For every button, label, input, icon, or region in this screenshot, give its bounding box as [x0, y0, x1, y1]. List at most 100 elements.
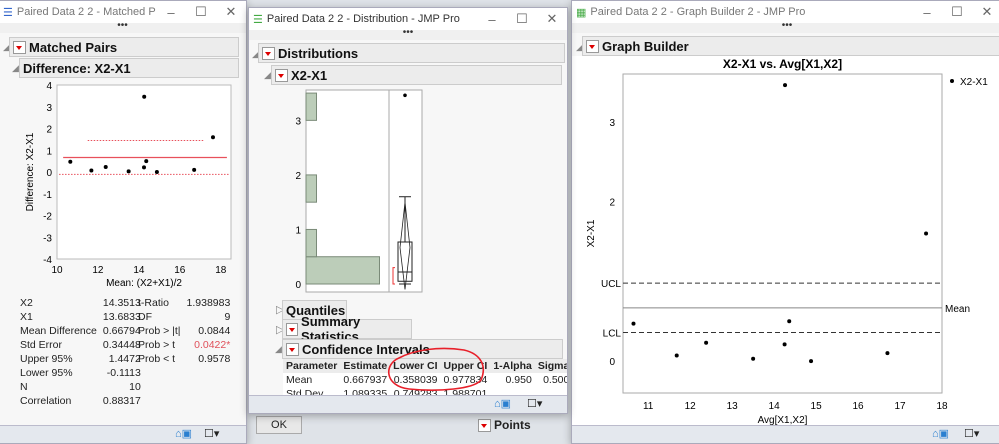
variable-header[interactable]: X2-X1 [271, 65, 562, 85]
red-triangle-menu-icon[interactable] [275, 68, 288, 82]
table-row: Prob > |t| 0.0844 [135, 324, 233, 338]
data-point [68, 159, 73, 164]
data-point [924, 231, 929, 236]
table-cell: 0.88317 [102, 395, 141, 407]
table-cell: -0.1113 [106, 367, 141, 379]
red-triangle-menu-icon[interactable] [586, 39, 599, 53]
data-point [809, 359, 814, 364]
table-cell: Lower 95% [20, 367, 73, 379]
table-row: Prob > t 0.0422* [135, 338, 233, 352]
table-cell: Correlation [20, 395, 72, 407]
data-point [89, 168, 94, 173]
y-axis-label: Difference: X2-X1 [25, 132, 36, 211]
legend-marker [950, 79, 954, 83]
window-icon: ☰ [3, 6, 13, 19]
table-cell: Upper 95% [20, 353, 73, 365]
points-header[interactable]: Points [478, 418, 531, 432]
histogram-bar [305, 174, 317, 203]
reference-label: LCL [603, 329, 622, 340]
histogram-bar [305, 228, 317, 258]
table-row: Prob < t 0.9578 [135, 352, 233, 366]
graph-builder-header[interactable]: Graph Builder [582, 36, 999, 56]
maximize-button[interactable]: ☐ [942, 4, 972, 20]
table-cell: X1 [20, 311, 33, 323]
minimize-button[interactable]: – [156, 5, 186, 20]
table-row: Correlation 0.88317 [17, 394, 144, 408]
data-point [126, 169, 131, 174]
data-point [144, 159, 149, 164]
x-axis-label: Mean: (X2+X1)/2 [106, 278, 182, 289]
minimize-button[interactable]: – [912, 5, 942, 20]
disclosure-icon[interactable]: ◢ [12, 63, 19, 74]
red-triangle-menu-icon[interactable] [13, 40, 26, 54]
red-triangle-menu-icon[interactable] [262, 46, 275, 60]
toolbar-toggle[interactable]: ••• [249, 28, 567, 40]
home-icon[interactable]: ⌂▣ [932, 427, 949, 440]
data-point [787, 319, 792, 324]
summary-statistics-header[interactable]: Summary Statistics [282, 314, 412, 344]
red-triangle-menu-icon[interactable] [478, 418, 491, 432]
red-circle-annotation [388, 347, 485, 391]
ok-button[interactable]: OK [256, 416, 302, 434]
disclosure-icon[interactable]: ◢ [264, 70, 271, 81]
x-tick-label: 17 [894, 401, 906, 412]
chart-title: X2-X1 vs. Avg[X1,X2] [723, 57, 842, 71]
red-triangle-menu-icon[interactable] [286, 322, 299, 336]
maximize-button[interactable]: ☐ [507, 11, 537, 27]
data-point [751, 356, 756, 361]
x-tick-label: 10 [51, 265, 63, 276]
x-tick-label: 15 [811, 401, 823, 412]
y-tick-label: 3 [609, 118, 615, 129]
y-tick-label: 1 [46, 146, 52, 157]
minimize-button[interactable]: – [477, 12, 507, 27]
close-button[interactable]: ✕ [216, 4, 246, 20]
layout-dropdown[interactable]: ☐▾ [527, 397, 542, 410]
maximize-button[interactable]: ☐ [186, 4, 216, 20]
matched-pairs-header[interactable]: Matched Pairs [9, 37, 239, 57]
layout-dropdown[interactable]: ☐▾ [204, 427, 219, 440]
red-triangle-menu-icon[interactable] [286, 342, 299, 356]
window-icon: ▦ [576, 6, 587, 19]
reference-label: UCL [601, 279, 621, 290]
table-row: N 10 [17, 380, 144, 394]
table-cell: Mean Difference [20, 325, 97, 337]
x-tick-label: 14 [133, 265, 145, 276]
x-tick-label: 16 [852, 401, 864, 412]
histogram-bar [305, 92, 317, 121]
table-cell: 0.500 [543, 374, 568, 386]
close-button[interactable]: ✕ [537, 11, 567, 27]
layout-dropdown[interactable]: ☐▾ [964, 427, 979, 440]
stats-table-right: t-Ratio 1.938983 DF 9 Prob > |t| 0.0844 Prob >… [135, 296, 233, 366]
outlier-point [403, 93, 407, 98]
close-button[interactable]: ✕ [972, 4, 999, 20]
data-point [103, 164, 108, 169]
home-icon[interactable]: ⌂▣ [494, 397, 511, 410]
graph-builder-window: ▦ Paired Data 2 2 - Graph Builder 2 - JMP… [571, 0, 999, 444]
table-cell: X2 [20, 297, 33, 309]
disclosure-icon[interactable]: ◢ [275, 344, 282, 355]
y-tick-label: 2 [295, 171, 301, 182]
table-cell: 1.938983 [186, 297, 231, 309]
data-point [783, 83, 788, 88]
table-row: Lower 95% -0.1113 [17, 366, 144, 380]
y-tick-label: -2 [43, 212, 52, 223]
table-cell: 9 [224, 311, 231, 323]
distributions-header[interactable]: Distributions [258, 43, 565, 63]
table-cell: Parameter [283, 359, 341, 373]
table-cell: Std Error [20, 339, 63, 351]
home-icon[interactable]: ⌂▣ [175, 427, 192, 440]
toolbar-toggle[interactable]: ••• [0, 21, 246, 33]
table-cell: 0.950 [505, 374, 532, 386]
data-point [192, 167, 197, 172]
table-cell: 0.9578 [198, 353, 231, 365]
y-tick-label: -1 [43, 190, 52, 201]
table-cell: DF [138, 311, 152, 323]
matched-pairs-window: ☰Paired Data 2 2 - Matched Pair...–☐✕ ••… [0, 0, 247, 444]
distribution-window: ☰ Paired Data 2 2 - Distribution - JMP Pr… [248, 7, 568, 414]
table-cell: t-Ratio [138, 297, 169, 309]
table-cell: Mean [286, 374, 313, 386]
y-tick-label: 2 [46, 125, 52, 136]
y-tick-label: 0 [609, 357, 615, 368]
difference-header[interactable]: Difference: X2-X1 [19, 58, 239, 78]
toolbar-toggle[interactable]: ••• [572, 21, 999, 33]
